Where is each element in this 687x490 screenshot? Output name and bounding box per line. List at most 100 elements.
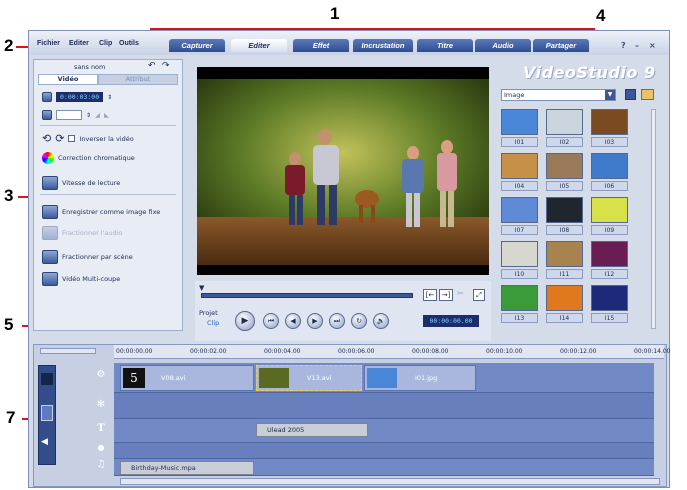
play-button[interactable]: ▶ [235, 311, 255, 331]
library-thumbnail[interactable] [501, 153, 538, 179]
go-to-end-button[interactable]: ⏭ [329, 313, 345, 329]
library-thumbnail[interactable] [591, 109, 628, 135]
videostudio-window: Fichier Editer Clip Outils Capturer Edit… [28, 30, 671, 488]
split-audio-item[interactable]: Fractionner l'audio [42, 226, 122, 240]
repeat-button[interactable]: ↻ [351, 313, 367, 329]
timeline-view-button[interactable] [41, 405, 53, 421]
library-thumbnail-label: I11 [546, 269, 583, 279]
split-scene-item[interactable]: Fractionner par scène [42, 250, 133, 264]
trim-end-button[interactable]: →] [439, 289, 453, 301]
library-thumbnail[interactable] [501, 197, 538, 223]
redo-icon[interactable]: ↷ [162, 61, 170, 71]
fade-in-icon[interactable]: ◢ [95, 111, 100, 119]
tab-video[interactable]: Vidéo [38, 74, 98, 85]
library-thumbnail-label: I01 [501, 137, 538, 147]
audio-view-button[interactable]: ◀ [41, 437, 48, 447]
voice-track[interactable] [114, 443, 654, 459]
library-thumbnail-label: I13 [501, 313, 538, 323]
tab-titre[interactable]: Titre [417, 39, 473, 52]
library-thumbnail-label: I08 [546, 225, 583, 235]
color-correction-item[interactable]: Correction chromatique [42, 152, 135, 164]
playback-speed-item[interactable]: Vitesse de lecture [42, 176, 120, 190]
timeline-tick-label: 00:00:14.00 [634, 348, 671, 355]
minimize-button[interactable]: – [635, 41, 639, 50]
volume-field[interactable] [56, 110, 82, 120]
split-scene-label: Fractionner par scène [62, 253, 133, 261]
library-thumbnail[interactable] [591, 197, 628, 223]
fade-out-icon[interactable]: ◣ [104, 111, 109, 119]
library-thumbnail[interactable] [501, 109, 538, 135]
trim-start-button[interactable]: [← [423, 289, 437, 301]
library-thumbnail-label: I10 [501, 269, 538, 279]
library-thumbnail[interactable] [546, 197, 583, 223]
clip-thumbnail [259, 368, 289, 388]
duration-field[interactable]: 0:00:03:00 [56, 92, 104, 102]
library-thumbnail[interactable] [546, 153, 583, 179]
next-frame-button[interactable]: ▶ [307, 313, 323, 329]
menu-outils[interactable]: Outils [119, 40, 139, 47]
mode-project[interactable]: Projet [199, 309, 218, 317]
tab-attribut[interactable]: Attribut [98, 74, 178, 85]
menu-clip[interactable]: Clip [99, 40, 112, 47]
library-scrollbar[interactable] [651, 109, 656, 329]
menu-editer[interactable]: Editer [69, 40, 89, 47]
close-button[interactable]: × [649, 41, 656, 50]
volume-row: ⇕ ◢ ◣ [42, 110, 109, 120]
duration-stepper[interactable]: ⇕ [107, 94, 112, 101]
volume-button[interactable]: 🔈 [373, 313, 389, 329]
library-thumbnail[interactable] [591, 153, 628, 179]
multi-trim-item[interactable]: Vidéo Multi-coupe [42, 272, 120, 286]
help-button[interactable]: ? [621, 41, 626, 50]
jog-slider-track[interactable] [201, 293, 413, 298]
preview-frame-image [197, 67, 489, 275]
image-clip-i01[interactable]: I01.jpg [364, 365, 476, 391]
video-clip-v08[interactable]: 5 V08.avi [120, 365, 254, 391]
tab-audio[interactable]: Audio [475, 39, 531, 52]
library-thumbnail[interactable] [591, 241, 628, 267]
overlay-track-icon: ✻ [96, 399, 106, 410]
cut-icon[interactable]: ✂ [457, 289, 464, 298]
title-track[interactable] [114, 419, 654, 443]
title-clip[interactable]: Ulead 2005 [256, 423, 368, 437]
timeline-tick-label: 00:00:10.00 [486, 348, 523, 355]
library-thumbnail[interactable] [546, 241, 583, 267]
save-still-item[interactable]: Enregistrer comme image fixe [42, 205, 160, 219]
overlay-track[interactable] [114, 393, 654, 419]
rotate-right-icon[interactable]: ⟳ [55, 132, 64, 145]
library-category-dropdown[interactable]: Image ▼ [501, 89, 616, 101]
tab-partager[interactable]: Partager [533, 39, 589, 52]
menu-fichier[interactable]: Fichier [37, 40, 60, 47]
folder-icon[interactable] [641, 89, 654, 100]
rotate-left-icon[interactable]: ⟲ [42, 132, 51, 145]
previous-frame-button[interactable]: ◀ [285, 313, 301, 329]
library-thumbnail[interactable] [501, 241, 538, 267]
tab-editer[interactable]: Editer [231, 39, 287, 52]
go-to-start-button[interactable]: ⏮ [263, 313, 279, 329]
mark-in-icon[interactable]: ▼ [199, 284, 204, 292]
timecode-display[interactable]: 00:00:00.00 [423, 315, 479, 327]
invert-video-checkbox[interactable] [68, 135, 76, 142]
library-thumbnail-label: I06 [591, 181, 628, 191]
mode-clip[interactable]: Clip [207, 319, 219, 327]
timeline-tick-label: 00:00:00.00 [116, 348, 153, 355]
rotate-row: ⟲ ⟳ Inverser la vidéo [42, 132, 134, 145]
library-thumbnail[interactable] [501, 285, 538, 311]
tab-capturer[interactable]: Capturer [169, 39, 225, 52]
chevron-down-icon[interactable]: ▼ [605, 90, 615, 100]
tab-incrustation[interactable]: Incrustation [353, 39, 413, 52]
music-clip[interactable]: Birthday-Music.mpa [120, 461, 254, 475]
timeline-scrollbar[interactable] [120, 478, 660, 485]
library-thumbnail[interactable] [591, 285, 628, 311]
storyboard-view-button[interactable] [41, 373, 53, 385]
tab-effet[interactable]: Effet [293, 39, 349, 52]
undo-icon[interactable]: ↶ [148, 61, 156, 71]
zoom-slider[interactable] [40, 348, 96, 354]
library-options-icon[interactable] [625, 89, 636, 100]
volume-stepper[interactable]: ⇕ [86, 112, 91, 119]
timeline-tick-label: 00:00:08.00 [412, 348, 449, 355]
video-clip-v13[interactable]: V13.avi [256, 365, 362, 391]
library-thumbnail[interactable] [546, 285, 583, 311]
library-thumbnail[interactable] [546, 109, 583, 135]
enlarge-icon[interactable]: ⤢ [473, 289, 485, 301]
library-thumbnail-label: I03 [591, 137, 628, 147]
